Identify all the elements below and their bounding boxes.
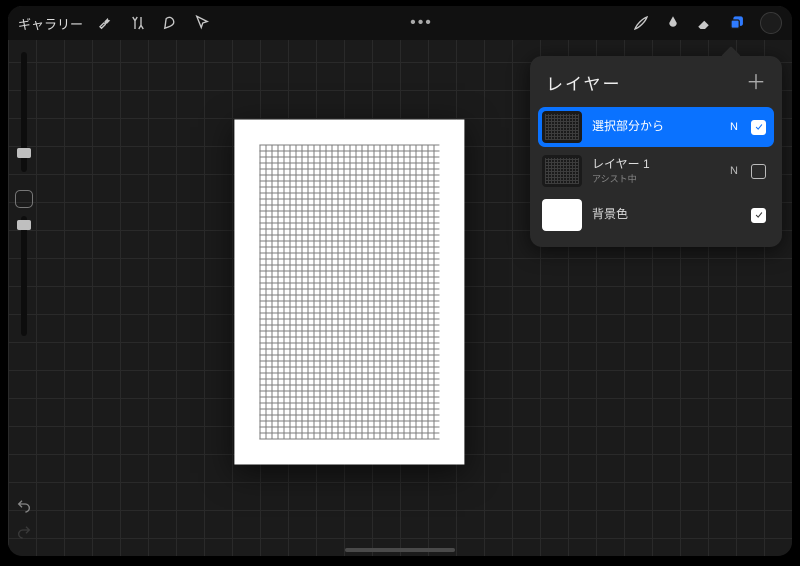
brush-icon[interactable] xyxy=(632,14,650,32)
layer-visibility-checkbox[interactable] xyxy=(751,164,766,179)
gallery-button[interactable]: ギャラリー xyxy=(18,14,83,33)
layer-name: レイヤー 1 xyxy=(592,157,717,173)
layers-panel-title: レイヤー xyxy=(546,70,622,95)
layer-name: 選択部分から xyxy=(592,119,717,135)
color-picker-dot[interactable] xyxy=(760,12,782,34)
layer-thumbnail[interactable] xyxy=(542,155,582,187)
brush-opacity-slider[interactable] xyxy=(21,216,27,336)
undo-icon[interactable] xyxy=(16,498,32,514)
add-layer-button[interactable]: ＋ xyxy=(746,73,766,93)
layer-blend-mode[interactable]: N xyxy=(727,121,741,133)
modify-button[interactable] xyxy=(15,190,33,208)
eraser-icon[interactable] xyxy=(696,14,714,32)
layer-visibility-checkbox[interactable] xyxy=(751,208,766,223)
layer-subtitle: アシスト中 xyxy=(592,172,717,185)
layers-panel: レイヤー ＋ 選択部分から N レイヤー 1 アシスト中 N xyxy=(530,56,782,247)
layer-label-group: レイヤー 1 アシスト中 xyxy=(592,157,717,186)
left-rail xyxy=(12,52,36,546)
layer-label-group: 背景色 xyxy=(592,207,717,223)
layer-row[interactable]: 選択部分から N xyxy=(538,107,774,147)
canvas[interactable] xyxy=(234,120,464,465)
brush-size-thumb[interactable] xyxy=(17,148,31,158)
layer-blend-mode[interactable]: N xyxy=(727,165,741,177)
layer-row[interactable]: 背景色 xyxy=(538,195,774,235)
selection-icon[interactable] xyxy=(161,14,179,32)
brush-opacity-thumb[interactable] xyxy=(17,220,31,230)
wrench-icon[interactable] xyxy=(97,14,115,32)
layer-row[interactable]: レイヤー 1 アシスト中 N xyxy=(538,151,774,191)
layer-label-group: 選択部分から xyxy=(592,119,717,135)
overflow-menu[interactable]: ••• xyxy=(410,14,433,32)
layers-panel-header: レイヤー ＋ xyxy=(538,66,774,107)
home-indicator xyxy=(345,548,455,552)
redo-icon[interactable] xyxy=(16,524,32,540)
layers-icon[interactable] xyxy=(728,14,746,32)
layer-thumbnail[interactable] xyxy=(542,111,582,143)
brush-size-slider[interactable] xyxy=(21,52,27,172)
smudge-icon[interactable] xyxy=(664,14,682,32)
layer-visibility-checkbox[interactable] xyxy=(751,120,766,135)
canvas-artwork xyxy=(259,145,439,440)
adjustments-icon[interactable] xyxy=(129,14,147,32)
cursor-icon[interactable] xyxy=(193,14,211,32)
layer-thumbnail[interactable] xyxy=(542,199,582,231)
app-window: ギャラリー ••• xyxy=(8,6,792,556)
layer-name: 背景色 xyxy=(592,207,717,223)
top-toolbar: ギャラリー ••• xyxy=(8,6,792,40)
